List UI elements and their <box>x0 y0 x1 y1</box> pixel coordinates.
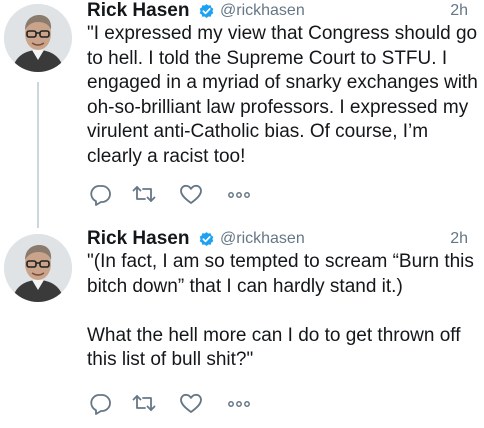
reply-icon[interactable] <box>87 182 113 206</box>
tweet-text: "I expressed my view that Congress shoul… <box>87 22 479 169</box>
tweet-paragraph: "I expressed my view that Congress shoul… <box>87 23 478 167</box>
verified-badge-icon <box>198 3 215 20</box>
retweet-icon[interactable] <box>131 391 157 415</box>
tweet-header: Rick Hasen @rickhasen 2h <box>87 228 472 252</box>
tweet[interactable]: Rick Hasen @rickhasen 2h "(In fact, I am… <box>0 228 484 428</box>
author-name[interactable]: Rick Hasen <box>87 0 189 22</box>
tweet-actions <box>87 182 287 206</box>
tweet-timestamp[interactable]: 2h <box>450 230 468 248</box>
more-icon[interactable] <box>226 391 252 415</box>
tweet-text: "(In fact, I am so tempted to scream “Bu… <box>87 250 479 373</box>
author-name[interactable]: Rick Hasen <box>87 228 189 250</box>
tweet-paragraph: What the hell more can I do to get throw… <box>87 324 461 371</box>
avatar[interactable] <box>4 234 72 302</box>
tweet-paragraph: "(In fact, I am so tempted to scream “Bu… <box>87 251 474 297</box>
like-icon[interactable] <box>178 391 204 415</box>
like-icon[interactable] <box>178 182 204 206</box>
retweet-icon[interactable] <box>131 182 157 206</box>
more-icon[interactable] <box>226 182 252 206</box>
tweet-actions <box>87 391 287 415</box>
author-handle[interactable]: @rickhasen <box>220 2 305 20</box>
tweet-timestamp[interactable]: 2h <box>450 2 468 20</box>
avatar[interactable] <box>4 4 72 72</box>
tweet[interactable]: Rick Hasen @rickhasen 2h "I expressed my… <box>0 0 484 228</box>
author-handle[interactable]: @rickhasen <box>220 230 305 248</box>
reply-icon[interactable] <box>87 391 113 415</box>
tweet-header: Rick Hasen @rickhasen 2h <box>87 0 472 24</box>
verified-badge-icon <box>198 231 215 248</box>
